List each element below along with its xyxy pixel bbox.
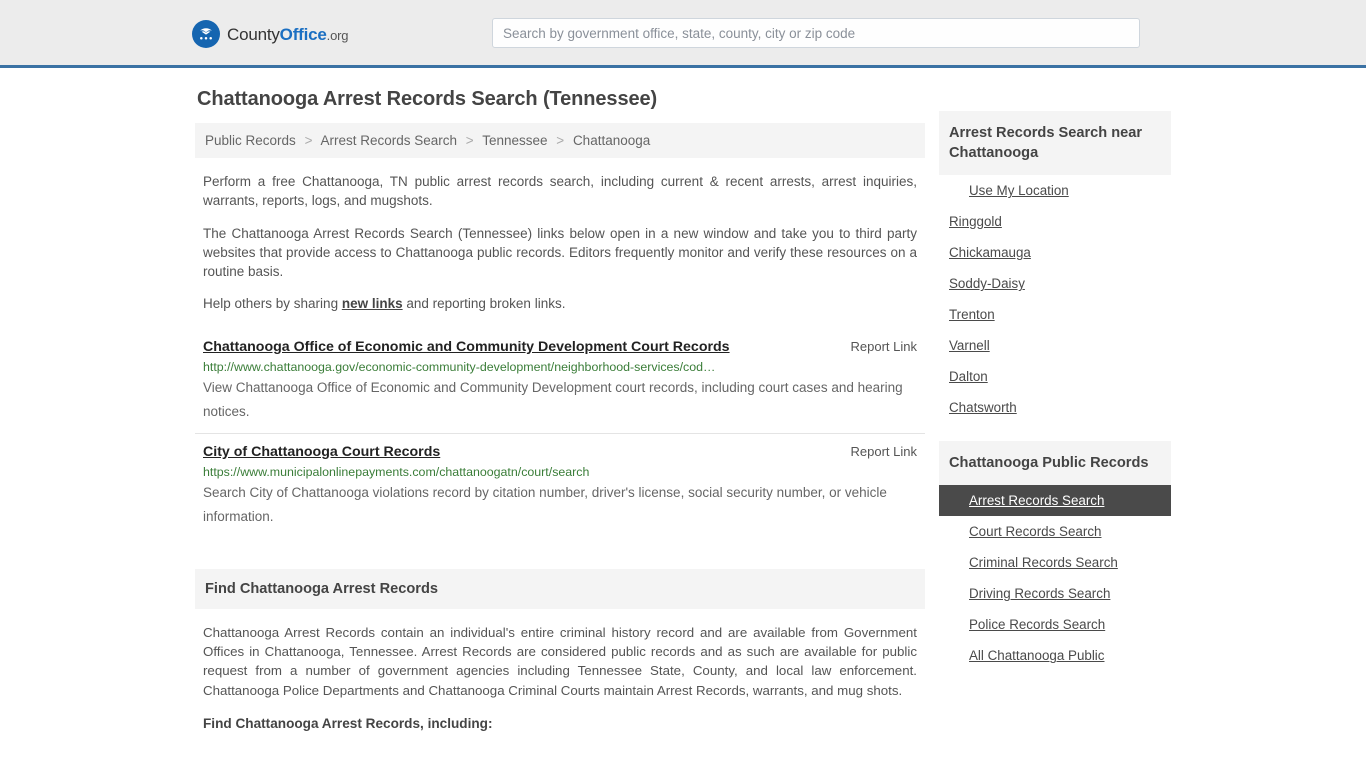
sidebar-item-chatsworth[interactable]: Chatsworth	[939, 392, 1171, 423]
sidebar-item-trenton[interactable]: Trenton	[939, 299, 1171, 330]
intro-section: Perform a free Chattanooga, TN public ar…	[195, 172, 925, 314]
breadcrumb: Public Records > Arrest Records Search >…	[195, 123, 925, 158]
sidebar-link-criminal-records-search[interactable]: Criminal Records Search	[969, 555, 1118, 570]
sidebar-item-use-my-location[interactable]: Use My Location	[939, 175, 1171, 206]
breadcrumb-separator: >	[304, 133, 313, 148]
section-paragraph: Chattanooga Arrest Records contain an in…	[203, 624, 917, 698]
intro-paragraph-3: Help others by sharing new links and rep…	[195, 294, 925, 313]
sidebar-link-soddy-daisy[interactable]: Soddy-Daisy	[949, 276, 1025, 291]
result-item: City of Chattanooga Court Records Report…	[195, 432, 925, 538]
site-header: CountyOffice.org	[0, 0, 1366, 68]
intro-paragraph-2: The Chattanooga Arrest Records Search (T…	[203, 225, 917, 280]
site-logo[interactable]: CountyOffice.org	[192, 20, 348, 48]
report-link-button[interactable]: Report Link	[851, 339, 917, 354]
sidebar-link-driving-records-search[interactable]: Driving Records Search	[969, 586, 1110, 601]
sidebar-public-records-list: Arrest Records Search Court Records Sear…	[939, 485, 1171, 671]
result-header: Chattanooga Office of Economic and Commu…	[203, 338, 917, 356]
search-input[interactable]	[492, 18, 1140, 48]
share-text-before: Help others by sharing	[203, 296, 342, 312]
result-title-link[interactable]: City of Chattanooga Court Records	[203, 443, 440, 461]
result-description: View Chattanooga Office of Economic and …	[203, 380, 903, 419]
brand-part-tld: .org	[326, 27, 349, 43]
sidebar-link-varnell[interactable]: Varnell	[949, 338, 990, 353]
result-header: City of Chattanooga Court Records Report…	[203, 443, 917, 461]
sidebar: Arrest Records Search near Chattanooga U…	[939, 88, 1171, 671]
find-records-section: Find Chattanooga Arrest Records Chattano…	[195, 568, 925, 731]
page-body: Chattanooga Arrest Records Search (Tenne…	[0, 68, 1366, 731]
brand-part-county: County	[227, 24, 280, 44]
sidebar-link-chatsworth[interactable]: Chatsworth	[949, 400, 1017, 415]
brand-wordmark: CountyOffice.org	[227, 26, 348, 43]
sidebar-item-all-chattanooga-public[interactable]: All Chattanooga Public	[939, 640, 1171, 671]
main-content: Chattanooga Arrest Records Search (Tenne…	[195, 88, 925, 731]
sidebar-item-soddy-daisy[interactable]: Soddy-Daisy	[939, 268, 1171, 299]
result-url: https://www.municipalonlinepayments.com/…	[203, 465, 590, 480]
search-container	[492, 18, 1140, 48]
result-item: Chattanooga Office of Economic and Commu…	[195, 329, 925, 433]
sidebar-link-dalton[interactable]: Dalton	[949, 369, 988, 384]
share-text-after: and reporting broken links.	[402, 296, 566, 312]
sidebar-public-records-heading: Chattanooga Public Records	[939, 441, 1171, 486]
sidebar-link-trenton[interactable]: Trenton	[949, 307, 995, 322]
section-body: Chattanooga Arrest Records contain an in…	[195, 609, 925, 731]
sidebar-item-court-records-search[interactable]: Court Records Search	[939, 516, 1171, 547]
section-heading: Find Chattanooga Arrest Records	[195, 568, 925, 609]
sidebar-link-police-records-search[interactable]: Police Records Search	[969, 617, 1105, 632]
sidebar-item-dalton[interactable]: Dalton	[939, 361, 1171, 392]
sidebar-item-ringgold[interactable]: Ringgold	[939, 206, 1171, 237]
breadcrumb-item-public-records[interactable]: Public Records	[205, 133, 296, 148]
result-title-link[interactable]: Chattanooga Office of Economic and Commu…	[203, 338, 730, 356]
sidebar-link-arrest-records-search[interactable]: Arrest Records Search	[969, 493, 1104, 508]
sidebar-item-police-records-search[interactable]: Police Records Search	[939, 609, 1171, 640]
sidebar-divider	[939, 423, 1171, 441]
page-title: Chattanooga Arrest Records Search (Tenne…	[197, 88, 658, 110]
sidebar-link-all-chattanooga-public[interactable]: All Chattanooga Public	[969, 648, 1104, 663]
sidebar-item-chickamauga[interactable]: Chickamauga	[939, 237, 1171, 268]
breadcrumb-item-chattanooga: Chattanooga	[572, 133, 651, 148]
brand-part-office: Office	[279, 24, 327, 44]
sidebar-nearby-list: Use My Location Ringgold Chickamauga Sod…	[939, 175, 1171, 423]
result-description: Search City of Chattanooga violations re…	[203, 485, 887, 524]
sidebar-item-driving-records-search[interactable]: Driving Records Search	[939, 578, 1171, 609]
sidebar-item-varnell[interactable]: Varnell	[939, 330, 1171, 361]
sidebar-link-court-records-search[interactable]: Court Records Search	[969, 524, 1101, 539]
sidebar-item-criminal-records-search[interactable]: Criminal Records Search	[939, 547, 1171, 578]
new-links-link[interactable]: new links	[342, 296, 403, 311]
section-subheading: Find Chattanooga Arrest Records, includi…	[203, 715, 493, 731]
sidebar-nearby-heading: Arrest Records Search near Chattanooga	[939, 111, 1171, 176]
breadcrumb-separator: >	[465, 133, 474, 148]
result-url: http://www.chattanooga.gov/economic-comm…	[203, 360, 716, 375]
breadcrumb-item-tennessee[interactable]: Tennessee	[482, 133, 547, 148]
breadcrumb-item-arrest-records-search[interactable]: Arrest Records Search	[320, 133, 457, 148]
sidebar-link-use-my-location[interactable]: Use My Location	[969, 183, 1069, 198]
sidebar-link-chickamauga[interactable]: Chickamauga	[949, 245, 1031, 260]
intro-paragraph-1: Perform a free Chattanooga, TN public ar…	[203, 174, 917, 209]
breadcrumb-separator: >	[556, 133, 565, 148]
report-link-button[interactable]: Report Link	[851, 444, 917, 459]
eagle-seal-icon	[192, 20, 220, 48]
sidebar-link-ringgold[interactable]: Ringgold	[949, 214, 1002, 229]
sidebar-item-arrest-records-search[interactable]: Arrest Records Search	[939, 485, 1171, 517]
